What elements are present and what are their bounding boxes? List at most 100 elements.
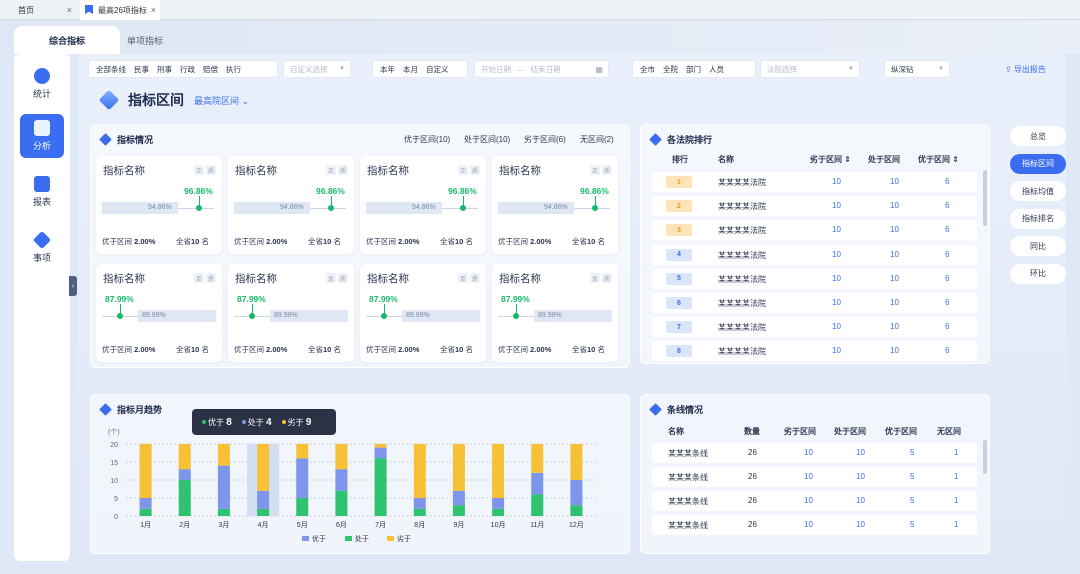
table-row[interactable]: 8 某某某某法院 10 10 6 bbox=[652, 341, 977, 362]
filter-execution[interactable]: 执行 bbox=[222, 61, 245, 78]
worse-count: 10 bbox=[832, 298, 841, 307]
export-report-button[interactable]: ⇪ 导出报告 bbox=[1005, 64, 1046, 75]
drill-select[interactable]: 纵深钻 ▼ bbox=[884, 60, 950, 78]
better-count: 6 bbox=[945, 273, 950, 283]
interval-status: 优于区间 2.00% bbox=[498, 237, 552, 246]
better-count: 6 bbox=[945, 201, 950, 211]
court-select[interactable]: 法院选择 ▼ bbox=[760, 60, 860, 78]
date-range-picker[interactable]: 开始日期 — 结束日期 ▦ bbox=[474, 60, 609, 78]
lcol-within: 处于区间 bbox=[834, 427, 866, 436]
none-count: 1 bbox=[954, 520, 959, 529]
indicator-card[interactable]: 指标名称 正质 96.86% 94.86% 优于区间 2.00% 全省10 名 bbox=[492, 156, 618, 254]
better-count: 5 bbox=[910, 472, 915, 481]
direction-tag: 反 bbox=[458, 273, 468, 283]
chevron-down-icon: ▼ bbox=[938, 66, 944, 72]
filter-person[interactable]: 人员 bbox=[705, 61, 728, 78]
table-row[interactable]: 2 某某某某法院 10 10 6 bbox=[652, 196, 977, 217]
side-tab-0[interactable]: 总览 bbox=[1010, 126, 1066, 146]
bar-优于-9月 bbox=[452, 490, 465, 506]
indicator-name: 指标名称 bbox=[367, 165, 409, 177]
direction-tag: 反 bbox=[194, 273, 204, 283]
filter-criminal[interactable]: 刑事 bbox=[153, 61, 176, 78]
side-tab-5[interactable]: 环比 bbox=[1010, 263, 1066, 284]
filter-civil[interactable]: 民事 bbox=[130, 61, 153, 78]
indicator-card[interactable]: 指标名称 反质 87.99% 89.99% 优于区间 2.00% 全省10 名 bbox=[228, 264, 354, 362]
interval-value: 94.86% bbox=[148, 204, 172, 211]
bar-处于-1月 bbox=[139, 508, 152, 516]
legend-label: 劣于 bbox=[397, 534, 411, 543]
tab-home[interactable]: 首页 × bbox=[0, 0, 76, 20]
filter-this-year[interactable]: 本年 bbox=[376, 61, 399, 78]
filter-this-month[interactable]: 本月 bbox=[399, 61, 422, 78]
y-tick-label: 20 bbox=[110, 442, 118, 449]
side-tab-4[interactable]: 同比 bbox=[1010, 236, 1066, 256]
court-interval-dropdown[interactable]: 最高院区间 ⌄ bbox=[194, 94, 249, 107]
col-worse-sortable[interactable]: 劣于区间 ⇕ bbox=[810, 154, 851, 165]
sidebar-item-reports[interactable]: 报表 bbox=[20, 170, 64, 214]
table-row[interactable]: 某某某条线 26 10 10 5 1 bbox=[652, 443, 977, 463]
y-tick-label: 0 bbox=[114, 514, 118, 521]
side-tab-1[interactable]: 指标区间 bbox=[1010, 153, 1066, 174]
sidebar-item-analysis[interactable]: 分析 bbox=[20, 114, 64, 158]
table-row[interactable]: 某某某条线 26 10 10 5 1 bbox=[652, 491, 977, 511]
sidebar-item-stats[interactable]: 统计 bbox=[20, 62, 64, 106]
bar-劣于-3月 bbox=[217, 444, 230, 466]
table-row[interactable]: 1 某某某某法院 10 10 6 bbox=[652, 172, 977, 192]
sidebar-item-label: 统计 bbox=[32, 89, 51, 99]
table-row[interactable]: 4 某某某某法院 10 10 6 bbox=[652, 244, 977, 265]
within-count: 10 bbox=[890, 273, 899, 283]
indicator-value: 87.99% bbox=[237, 294, 266, 304]
indicator-card[interactable]: 指标名称 正质 96.86% 94.86% 优于区间 2.00% 全省10 名 bbox=[96, 156, 222, 254]
line-scrollbar[interactable] bbox=[983, 440, 987, 474]
filter-compensation[interactable]: 赔偿 bbox=[199, 61, 222, 78]
filter-all-lines[interactable]: 全部条线 bbox=[92, 61, 130, 78]
close-icon[interactable]: × bbox=[151, 5, 156, 15]
court-name: 某某某某法院 bbox=[718, 202, 766, 212]
ranking-scrollbar[interactable] bbox=[983, 170, 987, 226]
lcol-better: 优于区间 bbox=[885, 427, 917, 436]
marker-dot bbox=[328, 205, 334, 211]
filter-custom[interactable]: 自定义 bbox=[422, 61, 453, 78]
table-row[interactable]: 7 某某某某法院 10 10 6 bbox=[652, 317, 977, 338]
tab-top26-label: 最高26项指标 bbox=[98, 5, 147, 15]
interval-value: 89.99% bbox=[274, 312, 298, 319]
marker-dot bbox=[592, 205, 598, 211]
bar-劣于-4月 bbox=[257, 444, 270, 491]
legend-label: 优于 bbox=[312, 534, 326, 543]
tab-single-indicator[interactable]: 单项指标 bbox=[92, 26, 198, 54]
side-tab-3[interactable]: 指标排名 bbox=[1010, 208, 1066, 229]
indicator-card[interactable]: 指标名称 正质 96.86% 94.86% 优于区间 2.00% 全省10 名 bbox=[360, 156, 486, 254]
indicator-card[interactable]: 指标名称 反质 87.99% 89.99% 优于区间 2.00% 全省10 名 bbox=[360, 264, 486, 362]
indicator-card[interactable]: 指标名称 反质 87.99% 89.99% 优于区间 2.00% 全省10 名 bbox=[492, 264, 618, 362]
sidebar-item-matters[interactable]: 事项 bbox=[20, 226, 64, 270]
custom-select[interactable]: 自定义选择 ▼ bbox=[283, 60, 351, 78]
rank-badge: 6 bbox=[666, 297, 692, 309]
close-icon[interactable]: × bbox=[67, 5, 72, 15]
bar-优于-10月 bbox=[492, 498, 505, 509]
side-tab-2[interactable]: 指标均值 bbox=[1010, 181, 1066, 201]
indicator-card[interactable]: 指标名称 正质 96.86% 94.86% 优于区间 2.00% 全省10 名 bbox=[228, 156, 354, 254]
table-row[interactable]: 某某某条线 26 10 10 5 1 bbox=[652, 515, 977, 535]
indicator-card[interactable]: 指标名称 反质 87.99% 89.99% 优于区间 2.00% 全省10 名 bbox=[96, 264, 222, 362]
quality-tag: 质 bbox=[206, 273, 216, 283]
chevron-down-icon: ⌄ bbox=[241, 95, 250, 106]
court-name: 某某某某法院 bbox=[718, 250, 766, 260]
filter-department[interactable]: 部门 bbox=[682, 61, 705, 78]
col-better-sortable[interactable]: 优于区间 ⇕ bbox=[918, 154, 959, 165]
indicator-name: 指标名称 bbox=[367, 273, 409, 285]
trend-panel-title: 指标月趋势 bbox=[117, 405, 163, 415]
table-row[interactable]: 某某某条线 26 10 10 5 1 bbox=[652, 467, 977, 487]
sidebar-collapse-toggle[interactable]: ‹ bbox=[69, 276, 77, 296]
none-count: 1 bbox=[954, 448, 959, 457]
tab-top26[interactable]: 最高26项指标 × bbox=[80, 0, 160, 20]
bar-劣于-5月 bbox=[296, 444, 309, 459]
filter-whole-city[interactable]: 全市 bbox=[636, 61, 659, 78]
province-rank: 全省10 名 bbox=[176, 237, 209, 246]
filter-admin[interactable]: 行政 bbox=[176, 61, 199, 78]
table-row[interactable]: 6 某某某某法院 10 10 6 bbox=[652, 293, 977, 313]
bar-优于-3月 bbox=[217, 465, 230, 509]
table-row[interactable]: 3 某某某某法院 10 10 6 bbox=[652, 220, 977, 241]
filter-whole-court[interactable]: 全院 bbox=[659, 61, 682, 78]
table-row[interactable]: 5 某某某某法院 10 10 6 bbox=[652, 268, 977, 289]
drill-select-value: 纵深钻 bbox=[891, 64, 914, 74]
